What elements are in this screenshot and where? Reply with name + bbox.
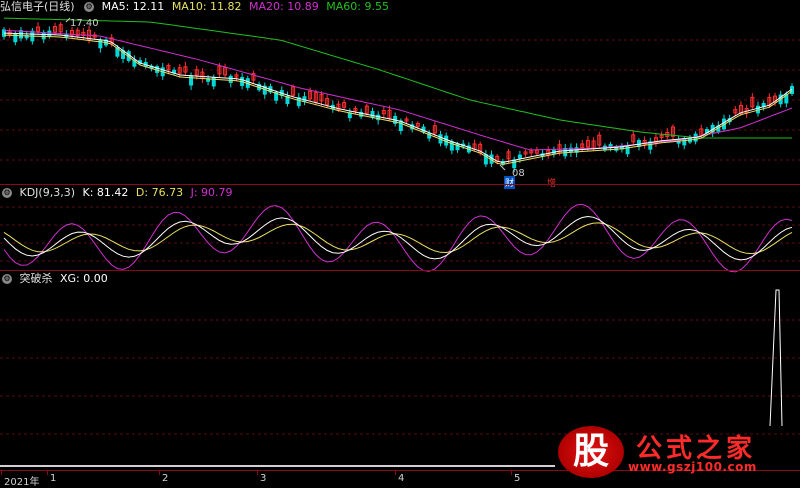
x-axis-month: 1 [46,470,57,484]
x-axis-month: 4 [394,470,405,484]
candle-body [228,75,233,83]
high-price-label: 17.40 [70,18,99,29]
kdj-title[interactable]: KDJ(9,3,3) [20,186,76,199]
ma60-line [3,17,792,139]
pane-separator[interactable] [0,184,800,185]
kdj-j-label: J: 90.79 [190,186,233,199]
candle-body [512,159,517,169]
logo-url: www.gszj100.com [628,460,757,474]
kdj-d-label: D: 76.73 [135,186,184,199]
settings-icon[interactable]: ⚙ [2,274,12,284]
kdj-d-line [3,222,793,255]
tag-zeng[interactable]: 增 [546,176,557,189]
kdj-k-line [3,215,793,261]
logo-bull-icon: 股 [558,426,624,478]
candle-body [398,120,403,131]
ma20-line [3,29,793,151]
xg-label: XG: 0.00 [60,272,108,285]
chart-canvas[interactable] [0,0,800,486]
x-axis-month: 5 [510,470,521,484]
xg-title[interactable]: 突破杀 [20,272,53,285]
tag-cai[interactable]: 财 [504,176,516,189]
kdj-k-label: K: 81.42 [82,186,129,199]
candle-body [370,111,375,118]
candle-body [13,32,18,43]
x-axis-month: 2 [158,470,169,484]
x-axis-month: 3 [256,470,267,484]
kdj-header: ⚙ KDJ(9,3,3) K: 81.42 D: 76.73 J: 90.79 [0,186,237,200]
pane-separator[interactable] [0,270,800,271]
candle-body [41,31,46,40]
candle-body [517,154,522,159]
settings-icon[interactable]: ⚙ [2,188,12,198]
kdj-j-line [3,203,793,273]
watermark-logo: 股 公式之家 www.gszj100.com [558,426,798,478]
candlesticks [2,22,794,173]
xg-header: ⚙ 突破杀 XG: 0.00 [0,272,112,286]
